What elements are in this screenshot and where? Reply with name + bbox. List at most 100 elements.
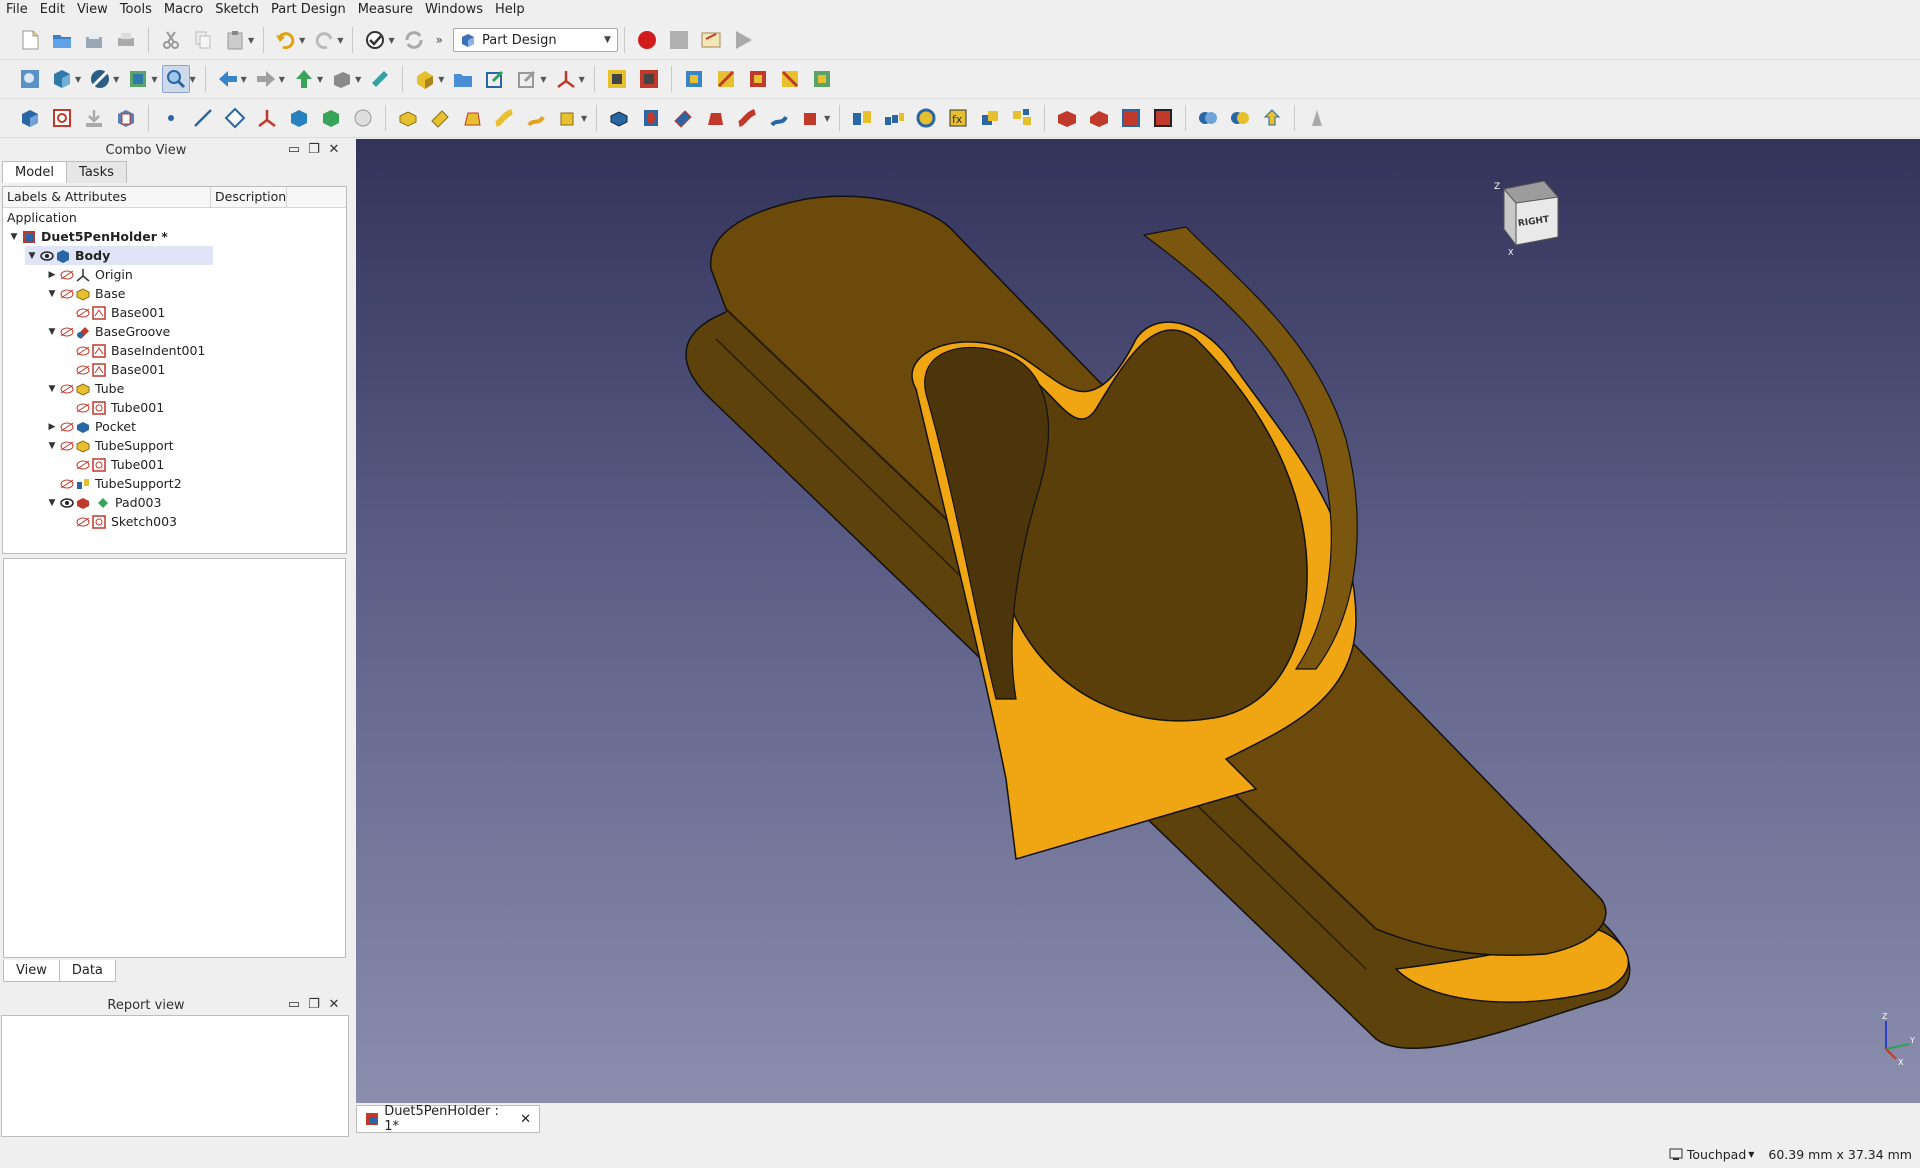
close-icon[interactable]: ✕ [327,997,341,1012]
eye-hidden-icon[interactable] [59,477,75,491]
chevron-down-icon[interactable]: ▼ [540,75,546,84]
workbench-selector[interactable]: Part Design ▼ [452,28,618,52]
tree-item-baseindent001[interactable]: BaseIndent001 [75,341,205,360]
fillet-button[interactable] [1053,104,1081,132]
tree-item-tube001[interactable]: Tube001 [75,398,164,417]
tree-item-document[interactable]: ▼ Duet5PenHolder * [7,227,168,246]
datum-line-button[interactable] [189,104,217,132]
link-button[interactable] [481,65,509,93]
wizard-button[interactable] [1303,104,1331,132]
chevron-down-icon[interactable]: ▼ [438,75,444,84]
column-labels[interactable]: Labels & Attributes [3,187,211,207]
tree-item-tube[interactable]: ▼ Tube [45,379,125,398]
pad-button[interactable] [394,104,422,132]
chevron-down-icon[interactable]: ▼ [75,75,81,84]
3d-model[interactable] [356,139,1920,1103]
linear-pattern-button[interactable] [880,104,908,132]
eye-hidden-icon[interactable] [59,382,75,396]
cut-button[interactable] [157,26,185,54]
menu-file[interactable]: File [0,0,34,20]
hole-button[interactable] [637,104,665,132]
close-icon[interactable]: ✕ [520,1112,531,1127]
mirrored-button[interactable] [848,104,876,132]
tree-item-base[interactable]: ▼ Base [45,284,126,303]
eye-hidden-icon[interactable] [75,344,91,358]
tree-item-application[interactable]: Application [7,208,77,227]
axis-button[interactable] [552,65,580,93]
draft-button[interactable] [1117,104,1145,132]
expand-arrow-icon[interactable]: ▼ [45,327,59,337]
bounding-box-button[interactable] [124,65,152,93]
document-tab[interactable]: Duet5PenHolder : 1* ✕ [356,1104,540,1134]
chamfer-button[interactable] [1085,104,1113,132]
create-sketch-button[interactable] [48,104,76,132]
report-view-output[interactable] [1,1015,349,1137]
create-part-button[interactable] [411,65,439,93]
local-cs-button[interactable] [253,104,281,132]
chevron-down-icon[interactable]: ▼ [317,75,323,84]
thickness-button[interactable] [1149,104,1177,132]
zoom-button[interactable] [162,65,191,93]
float-icon[interactable]: ❐ [307,997,321,1012]
eye-hidden-icon[interactable] [75,363,91,377]
validate-sketch-button[interactable] [80,104,108,132]
revolution-button[interactable] [426,104,454,132]
tree-item-basegroove[interactable]: ▼ BaseGroove [45,322,171,341]
boolean-union-button[interactable] [1226,104,1254,132]
select-filter-1-button[interactable] [603,65,631,93]
macro-run-button[interactable] [729,26,757,54]
clone-button[interactable] [112,104,140,132]
expand-arrow-icon[interactable]: ▼ [7,232,21,242]
eye-hidden-icon[interactable] [75,515,91,529]
link-actions-button[interactable] [513,65,541,93]
boolean-button[interactable] [1194,104,1222,132]
menu-help[interactable]: Help [489,0,531,20]
paste-button[interactable] [221,26,249,54]
eye-hidden-icon[interactable] [59,325,75,339]
eye-icon[interactable] [39,249,55,263]
eye-hidden-icon[interactable] [59,439,75,453]
menu-tools[interactable]: Tools [114,0,158,20]
measure-button[interactable] [366,65,394,93]
expand-arrow-icon[interactable]: ▼ [45,498,59,508]
tab-model[interactable]: Model [2,161,68,183]
subtractive-primitive-button[interactable] [797,104,825,132]
column-description[interactable]: Description [211,187,287,207]
expand-arrow-icon[interactable]: ▼ [25,251,39,261]
subtractive-helix-button[interactable] [765,104,793,132]
menu-edit[interactable]: Edit [34,0,71,20]
menu-windows[interactable]: Windows [419,0,489,20]
shape-binder-button[interactable] [285,104,313,132]
menu-macro[interactable]: Macro [158,0,209,20]
subshape-binder-button[interactable] [317,104,345,132]
tree-item-tubesupport[interactable]: ▼ TubeSupport [45,436,174,455]
chevron-down-icon[interactable]: ▼ [279,75,285,84]
undo-button[interactable] [272,26,300,54]
navigation-style-selector[interactable]: Touchpad ▼ [1669,1147,1754,1162]
chevron-down-icon[interactable]: ▼ [151,75,157,84]
eye-hidden-icon[interactable] [59,420,75,434]
subtractive-loft-button[interactable] [701,104,729,132]
chevron-down-icon[interactable]: ▼ [299,36,305,45]
undock-icon[interactable]: ▭ [287,997,301,1012]
tab-data[interactable]: Data [58,960,116,982]
refresh-check-button[interactable] [361,26,389,54]
additive-helix-button[interactable] [522,104,550,132]
polar-pattern-button[interactable] [912,104,940,132]
create-body-button[interactable] [16,104,44,132]
menu-part-design[interactable]: Part Design [265,0,352,20]
scaled-button[interactable] [976,104,1004,132]
navigation-cube[interactable]: Z X RIGHT [1486,175,1576,259]
chevron-down-icon[interactable]: ▼ [581,114,587,123]
groove-button[interactable] [669,104,697,132]
chevron-down-icon[interactable]: ▼ [248,36,254,45]
selection-2-button[interactable] [712,65,740,93]
float-icon[interactable]: ❐ [307,142,321,157]
eye-hidden-icon[interactable] [75,306,91,320]
tree-item-tube001-b[interactable]: Tube001 [75,455,164,474]
clone-feature-button[interactable] [349,104,377,132]
eye-icon[interactable] [59,496,75,510]
eye-hidden-icon[interactable] [75,458,91,472]
chevron-down-icon[interactable]: ▼ [189,75,195,84]
save-file-button[interactable] [80,26,108,54]
